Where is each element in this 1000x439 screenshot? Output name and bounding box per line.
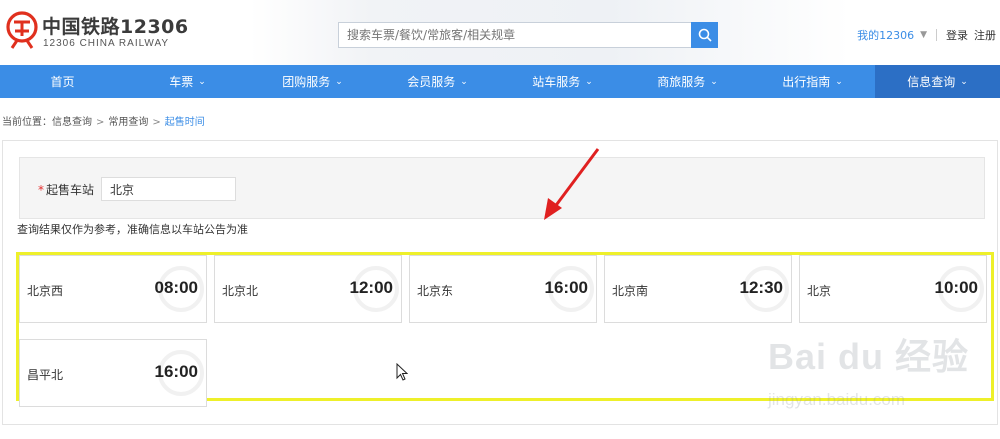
nav-item-group-service[interactable]: 团购服务 ⌄ <box>250 65 375 98</box>
breadcrumb-separator: > <box>152 117 161 128</box>
watermark-text: Bai du 经验 <box>768 336 970 377</box>
search-button[interactable] <box>691 22 718 48</box>
result-card[interactable]: 北京南 12:30 <box>604 255 792 323</box>
chevron-down-icon: ⌄ <box>710 76 718 87</box>
breadcrumb-current: 起售时间 <box>164 117 205 128</box>
sale-time: 08:00 <box>154 278 198 297</box>
nav-item-tickets[interactable]: 车票 ⌄ <box>125 65 250 98</box>
chevron-down-icon: ⌄ <box>460 76 468 87</box>
sale-time: 12:00 <box>349 278 393 297</box>
nav-item-label: 出行指南 <box>782 75 831 89</box>
logo-title[interactable]: 中国铁路12306 <box>42 12 189 39</box>
login-link[interactable]: 登录 <box>946 27 968 43</box>
nav-item-label: 团购服务 <box>282 75 331 89</box>
chevron-down-icon: ⌄ <box>585 76 593 87</box>
watermark-url: jingyan.baidu.com <box>768 390 906 409</box>
result-card[interactable]: 北京西 08:00 <box>19 255 207 323</box>
result-card[interactable]: 北京东 16:00 <box>409 255 597 323</box>
station-name: 北京西 <box>27 284 64 298</box>
search-icon <box>698 28 712 42</box>
sale-time: 12:30 <box>739 278 783 297</box>
station-name: 北京东 <box>417 284 454 298</box>
baidu-jingyan-watermark: Bai du 经验 jingyan.baidu.com <box>760 328 996 418</box>
breadcrumb: 当前位置：信息查询 > 常用查询 > 起售时间 <box>2 113 205 128</box>
station-label: * 起售车站 <box>38 181 94 198</box>
nav-item-label: 信息查询 <box>907 75 956 89</box>
required-mark: * <box>38 183 44 197</box>
result-card[interactable]: 昌平北 16:00 <box>19 339 207 407</box>
nav-item-station-service[interactable]: 站车服务 ⌄ <box>500 65 625 98</box>
sale-time: 16:00 <box>154 362 198 381</box>
china-railway-logo-icon[interactable] <box>4 10 40 50</box>
result-card[interactable]: 北京 10:00 <box>799 255 987 323</box>
nav-item-member-service[interactable]: 会员服务 ⌄ <box>375 65 500 98</box>
sale-time: 16:00 <box>544 278 588 297</box>
annotation-arrow-icon <box>544 148 600 220</box>
breadcrumb-separator: > <box>96 117 105 128</box>
chevron-down-icon: ⌄ <box>960 76 968 87</box>
notice-text: 查询结果仅作为参考，准确信息以车站公告为准 <box>17 223 248 236</box>
breadcrumb-prefix: 当前位置： <box>2 117 52 128</box>
chevron-down-icon[interactable]: ▼ <box>920 30 927 40</box>
nav-item-home[interactable]: 首页 <box>0 65 125 98</box>
station-name: 北京北 <box>222 284 259 298</box>
nav-item-label: 首页 <box>50 75 75 89</box>
nav-item-info-query[interactable]: 信息查询 ⌄ <box>875 65 1000 98</box>
breadcrumb-item[interactable]: 常用查询 <box>108 117 148 128</box>
chevron-down-icon: ⌄ <box>335 76 343 87</box>
my-account-link[interactable]: 我的12306 <box>857 27 914 43</box>
search-input[interactable] <box>339 23 691 47</box>
site-header: 中国铁路12306 12306 CHINA RAILWAY 我的12306 ▼ … <box>0 0 1000 65</box>
result-card[interactable]: 北京北 12:00 <box>214 255 402 323</box>
breadcrumb-item[interactable]: 信息查询 <box>52 117 92 128</box>
nav-item-label: 商旅服务 <box>657 75 706 89</box>
mouse-cursor-icon <box>396 363 408 381</box>
chevron-down-icon: ⌄ <box>198 76 206 87</box>
station-name: 昌平北 <box>27 368 64 382</box>
query-form: * 起售车站 <box>19 157 985 219</box>
nav-item-label: 车票 <box>169 75 194 89</box>
nav-item-business-travel[interactable]: 商旅服务 ⌄ <box>625 65 750 98</box>
sale-time: 10:00 <box>934 278 978 297</box>
station-name: 北京南 <box>612 284 649 298</box>
account-links: 我的12306 ▼ 登录 注册 <box>857 27 996 43</box>
nav-item-label: 站车服务 <box>532 75 581 89</box>
main-nav: 首页 车票 ⌄ 团购服务 ⌄ 会员服务 ⌄ 站车服务 ⌄ 商旅服务 ⌄ 出行指南 ⌄ 信息查… <box>0 65 1000 98</box>
logo-subtitle: 12306 CHINA RAILWAY <box>43 38 170 49</box>
station-input[interactable] <box>101 177 236 201</box>
search-box <box>338 22 692 48</box>
station-label-text: 起售车站 <box>46 183 95 197</box>
chevron-down-icon: ⌄ <box>835 76 843 87</box>
nav-item-label: 会员服务 <box>407 75 456 89</box>
divider <box>936 29 937 41</box>
nav-item-travel-guide[interactable]: 出行指南 ⌄ <box>750 65 875 98</box>
register-link[interactable]: 注册 <box>974 27 996 43</box>
station-name: 北京 <box>807 284 832 298</box>
